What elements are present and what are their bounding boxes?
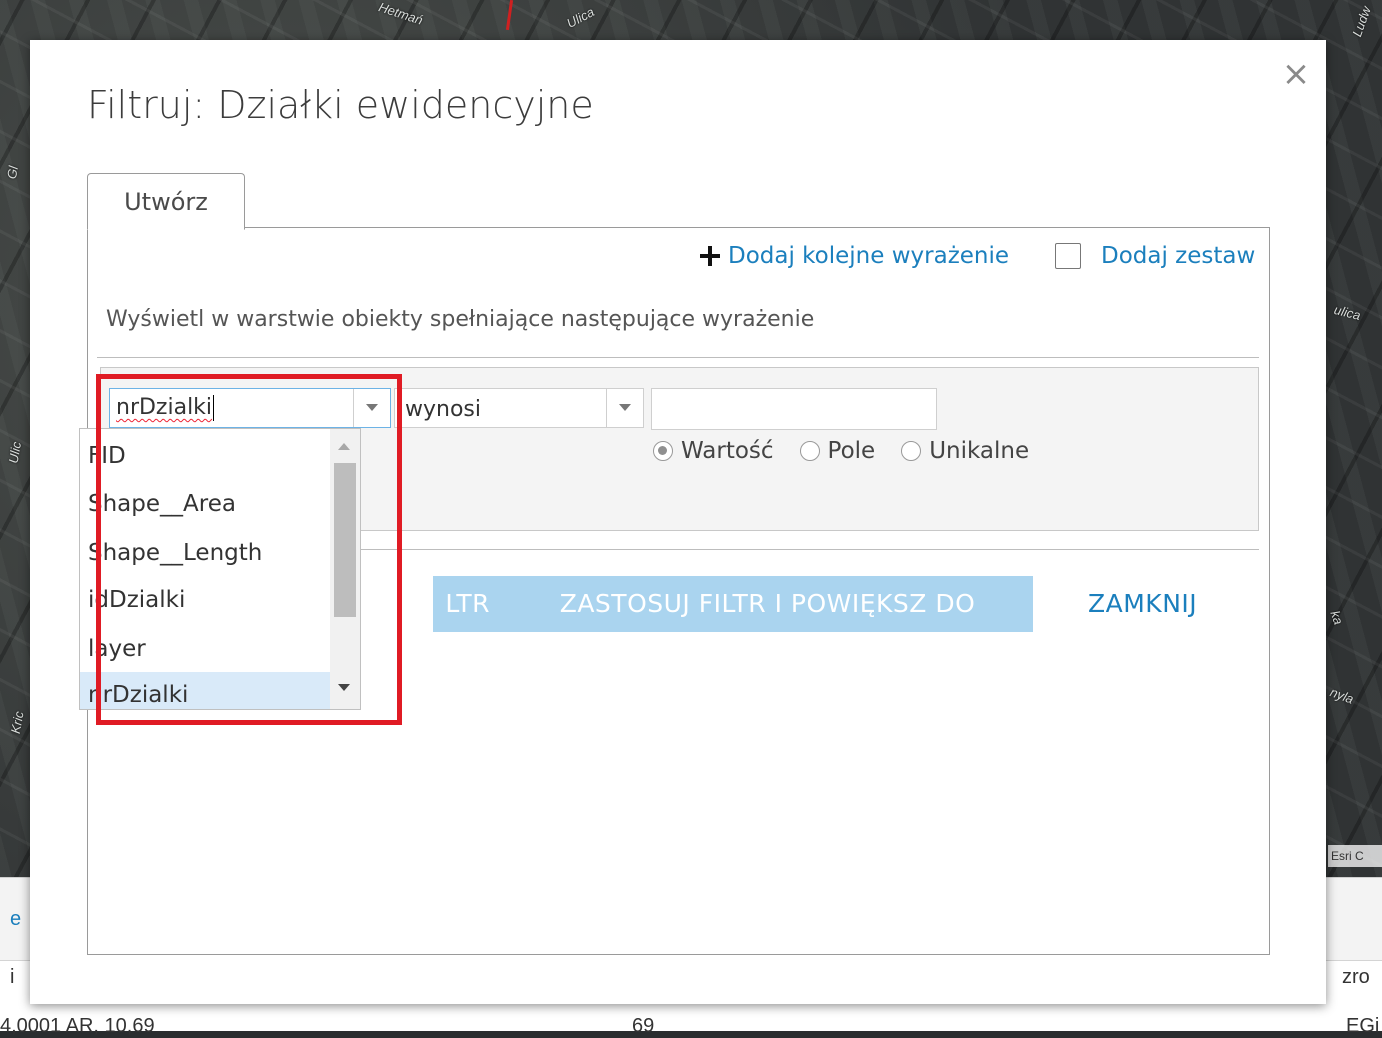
attribute-table-tab[interactable]: e: [10, 908, 21, 931]
map-street-label: Hetmań: [376, 0, 425, 28]
tab-create-label: Utwórz: [124, 188, 208, 216]
divider: [97, 357, 1259, 358]
add-expression-link[interactable]: Dodaj kolejne wyrażenie: [700, 240, 1009, 272]
map-street-label: Ulica: [564, 4, 597, 31]
radio-field-label: Pole: [827, 438, 876, 464]
close-icon[interactable]: ×: [1276, 54, 1316, 94]
radio-value[interactable]: Wartość: [653, 438, 774, 464]
radio-field[interactable]: Pole: [799, 438, 876, 464]
map-street-label: ka: [1327, 608, 1347, 627]
operator-select[interactable]: wynosi: [394, 388, 644, 428]
table-cell[interactable]: EGi: [1346, 1015, 1379, 1038]
attribute-table-header[interactable]: i: [10, 966, 14, 989]
scroll-down-icon[interactable]: [338, 684, 350, 691]
scroll-up-icon[interactable]: [338, 443, 350, 450]
filter-description: Wyświetl w warstwie obiekty spełniające …: [106, 307, 815, 332]
radio-unique-label: Unikalne: [929, 438, 1030, 464]
operator-select-value: wynosi: [405, 397, 481, 422]
list-item[interactable]: FID: [80, 433, 330, 479]
plus-icon: [700, 246, 720, 266]
add-set-label: Dodaj zestaw: [1101, 243, 1256, 269]
radio-icon[interactable]: [799, 441, 820, 461]
radio-unique[interactable]: Unikalne: [901, 438, 1029, 464]
operator-select-toggle[interactable]: [606, 389, 643, 427]
table-cell[interactable]: 4,0001 AR, 10,69: [0, 1015, 155, 1038]
value-input[interactable]: [651, 388, 937, 430]
list-item[interactable]: Shape__Length: [80, 530, 330, 576]
field-dropdown-list[interactable]: FID Shape__Area Shape__Length idDzialki …: [79, 428, 361, 710]
dialog-title: Filtruj: Działki ewidencyjne: [87, 83, 594, 127]
text-caret: [213, 395, 215, 421]
chevron-down-icon: [366, 404, 378, 411]
chevron-down-icon: [619, 404, 631, 411]
tab-create[interactable]: Utwórz: [87, 173, 245, 230]
map-street-label: Gl: [3, 164, 22, 181]
value-type-radios: Wartość Pole Unikalne: [653, 434, 1055, 468]
add-expression-label: Dodaj kolejne wyrażenie: [728, 243, 1010, 269]
field-select-value[interactable]: nrDzialki: [116, 395, 215, 421]
field-select[interactable]: nrDzialki: [109, 388, 391, 428]
scrollbar-thumb[interactable]: [334, 463, 356, 617]
list-item[interactable]: idDzialki: [80, 577, 330, 623]
field-select-toggle[interactable]: [353, 389, 390, 427]
map-street-label: Ulic: [5, 440, 25, 465]
radio-icon[interactable]: [901, 441, 922, 461]
checkbox-icon[interactable]: [1055, 243, 1081, 269]
apply-filter-zoom-button[interactable]: ZASTOSUJ FILTR I POWIĘKSZ DO: [502, 576, 1033, 632]
radio-value-label: Wartość: [681, 438, 774, 464]
map-street-label: nyla: [1328, 684, 1356, 707]
add-set-link[interactable]: Dodaj zestaw: [1055, 240, 1255, 272]
table-cell[interactable]: 69: [632, 1015, 654, 1038]
list-item-selected[interactable]: nrDzialki: [80, 672, 330, 709]
map-street-label: Kric: [7, 710, 27, 735]
list-item[interactable]: Shape__Area: [80, 481, 330, 527]
dropdown-scrollbar[interactable]: [330, 429, 360, 709]
close-button[interactable]: ZAMKNIJ: [1088, 576, 1197, 632]
list-item[interactable]: layer: [80, 626, 330, 672]
map-street-label: Ludw: [1349, 4, 1374, 39]
attribute-table-header[interactable]: zro: [1342, 966, 1370, 989]
map-attribution[interactable]: Esri C: [1328, 845, 1382, 867]
map-road: [505, 0, 514, 31]
radio-icon[interactable]: [653, 441, 673, 461]
map-street-label: ulica: [1332, 301, 1363, 324]
